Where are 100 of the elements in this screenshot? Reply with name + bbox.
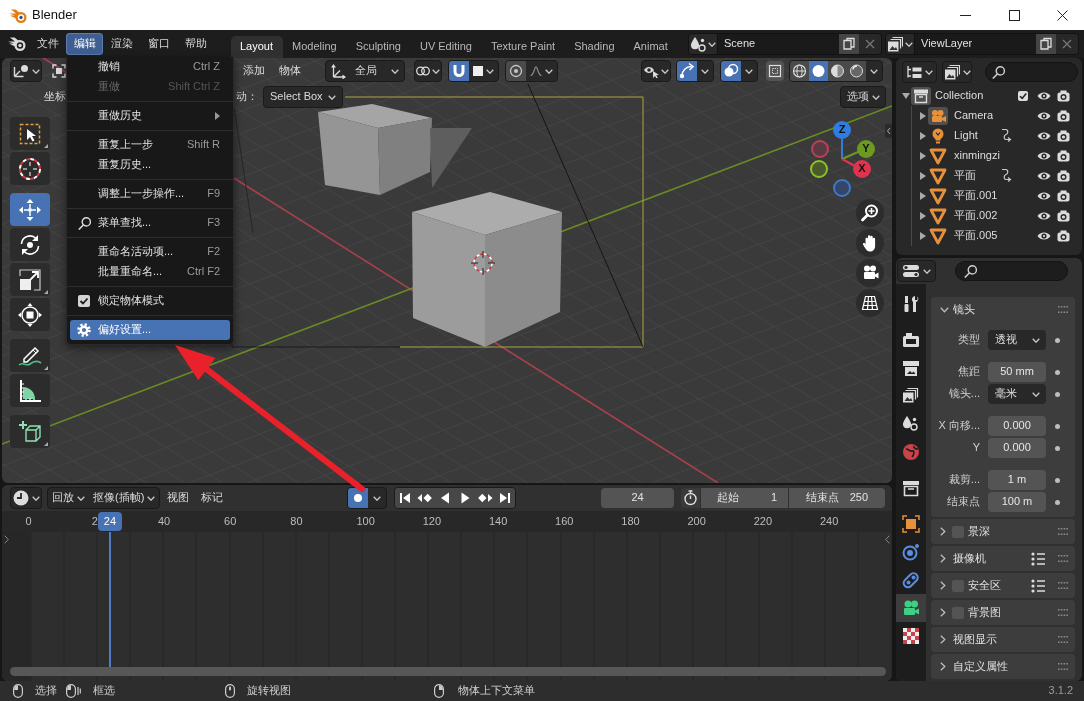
axis-handle[interactable]: Y: [857, 140, 875, 158]
render-camera-icon[interactable]: [1057, 110, 1070, 122]
keyframe-dot-icon[interactable]: [1055, 337, 1060, 343]
render-camera-icon[interactable]: [1057, 90, 1070, 102]
mesh-triangle-icon[interactable]: [928, 227, 948, 245]
dropdown-field[interactable]: 毫米: [988, 384, 1046, 404]
presets-list-icon[interactable]: [1031, 578, 1045, 593]
orientation-dropdown[interactable]: 全局: [325, 60, 405, 82]
menu-item[interactable]: 锁定物体模式: [67, 291, 233, 311]
hand-icon[interactable]: [856, 229, 884, 257]
number-field[interactable]: 0.000: [988, 438, 1046, 458]
panel-title[interactable]: 镜头: [953, 302, 975, 317]
collection-box-icon[interactable]: [911, 87, 931, 105]
drag-handle-icon[interactable]: [1058, 528, 1068, 535]
menu-button[interactable]: 标记: [195, 487, 230, 509]
number-field[interactable]: 50 mm: [988, 362, 1046, 382]
workspace-tab[interactable]: Texture Paint: [481, 36, 565, 58]
disclosure-right-icon[interactable]: [920, 172, 926, 180]
keyframe-dot-icon[interactable]: [1055, 391, 1060, 397]
editor-type-dropdown[interactable]: [897, 260, 936, 282]
mesh-triangle-icon[interactable]: [928, 207, 948, 225]
sidebar-toggle-icon[interactable]: [885, 124, 892, 138]
outliner-item[interactable]: 平面.005: [954, 229, 998, 243]
material-sphere-icon[interactable]: [828, 61, 847, 81]
panel-title[interactable]: 景深: [968, 524, 990, 539]
filter-dropdown[interactable]: [942, 61, 972, 83]
render-camera-icon[interactable]: [1057, 130, 1070, 142]
drag-handle-icon[interactable]: [1058, 636, 1068, 643]
chevron-right-icon[interactable]: [940, 662, 946, 671]
panel-title[interactable]: 自定义属性: [953, 659, 1008, 674]
eye-icon[interactable]: [1037, 151, 1051, 161]
rotate-tool[interactable]: [10, 228, 50, 261]
jump-to-start-icon[interactable]: [395, 488, 415, 508]
copy-icon[interactable]: [839, 34, 859, 54]
start-frame-field[interactable]: 起始 1: [701, 488, 788, 508]
drag-handle-icon[interactable]: [1058, 609, 1068, 616]
current-frame-field[interactable]: 24: [601, 488, 674, 508]
transform-tool[interactable]: [10, 298, 50, 331]
drag-handle-icon[interactable]: [1058, 555, 1068, 562]
search-field[interactable]: [985, 62, 1078, 82]
panel-title[interactable]: 背景图: [968, 605, 1001, 620]
dropdown-button[interactable]: 回放: [48, 488, 89, 508]
outliner-item[interactable]: Camera: [954, 109, 994, 123]
keyframe-dot-icon[interactable]: [1055, 499, 1060, 505]
object-mode-icon[interactable]: [52, 64, 66, 78]
disclosure-right-icon[interactable]: [920, 132, 926, 140]
menu-button[interactable]: 添加: [236, 60, 272, 82]
chevron-right-icon[interactable]: [940, 635, 946, 644]
menu-item[interactable]: 重复历史...: [67, 155, 233, 175]
dropdown-field[interactable]: 透视: [988, 330, 1046, 350]
proportional-edit-icon[interactable]: [506, 61, 526, 81]
drag-action-dropdown[interactable]: Select Box: [263, 86, 343, 108]
scene-type-dropdown[interactable]: [689, 34, 718, 54]
cursor-tool[interactable]: [10, 152, 50, 185]
minimize-icon[interactable]: [960, 14, 971, 16]
grid-icon[interactable]: [856, 289, 884, 317]
workspace-tab[interactable]: UV Editing: [410, 36, 482, 58]
editor-type-dropdown[interactable]: [10, 487, 42, 509]
eye-icon[interactable]: [1037, 171, 1051, 181]
panel-title[interactable]: 摄像机: [953, 551, 986, 566]
drag-handle-icon[interactable]: [1058, 663, 1068, 670]
panel-title[interactable]: 安全区: [968, 578, 1001, 593]
workspace-tab[interactable]: Sculpting: [346, 36, 411, 58]
workspace-tab[interactable]: Layout: [230, 36, 283, 58]
add-cube-tool[interactable]: [10, 415, 50, 448]
eye-icon[interactable]: [1037, 91, 1051, 101]
move-tool[interactable]: [10, 193, 50, 226]
menu-button[interactable]: 编辑: [66, 33, 103, 55]
drag-handle-icon[interactable]: [1058, 582, 1068, 589]
end-frame-field[interactable]: 结束点 250: [789, 488, 885, 508]
negative-axis-handle[interactable]: [810, 160, 828, 178]
menu-item[interactable]: 调整上一步操作... F9: [67, 184, 233, 204]
menu-item[interactable]: 撤销 Ctrl Z: [67, 57, 233, 77]
menu-button[interactable]: 帮助: [177, 33, 214, 55]
keyframe-dot-icon[interactable]: [1055, 369, 1060, 375]
chevron-right-icon[interactable]: [940, 581, 946, 590]
menu-item[interactable]: 重命名活动项... F2: [67, 242, 233, 262]
outliner-item[interactable]: 平面: [954, 169, 976, 183]
record-icon[interactable]: [348, 488, 368, 508]
checkbox[interactable]: [78, 295, 90, 307]
chevron-down-icon[interactable]: [940, 306, 949, 313]
eye-icon[interactable]: [1037, 231, 1051, 241]
axis-handle[interactable]: X: [853, 160, 871, 178]
render-camera-icon[interactable]: [1057, 150, 1070, 162]
view-layer-type-dropdown[interactable]: [886, 34, 915, 54]
horizontal-scrollbar[interactable]: [10, 667, 886, 676]
workspace-tab[interactable]: Modeling: [282, 36, 347, 58]
rendered-sphere-icon[interactable]: [847, 61, 866, 81]
scale-tool[interactable]: [10, 263, 50, 296]
outliner-item[interactable]: xinmingzi: [954, 149, 1000, 163]
camera-icon[interactable]: [856, 259, 884, 287]
eye-icon[interactable]: [1037, 191, 1051, 201]
disclosure-right-icon[interactable]: [920, 212, 926, 220]
jump-to-end-icon[interactable]: [495, 488, 515, 508]
negative-axis-handle[interactable]: [811, 140, 829, 158]
menu-item[interactable]: 偏好设置...: [70, 320, 230, 340]
playhead-handle[interactable]: 24: [97, 512, 122, 531]
chevron-right-icon[interactable]: [940, 527, 946, 536]
render-camera-icon[interactable]: [1057, 210, 1070, 222]
number-field[interactable]: 100 m: [988, 492, 1046, 512]
